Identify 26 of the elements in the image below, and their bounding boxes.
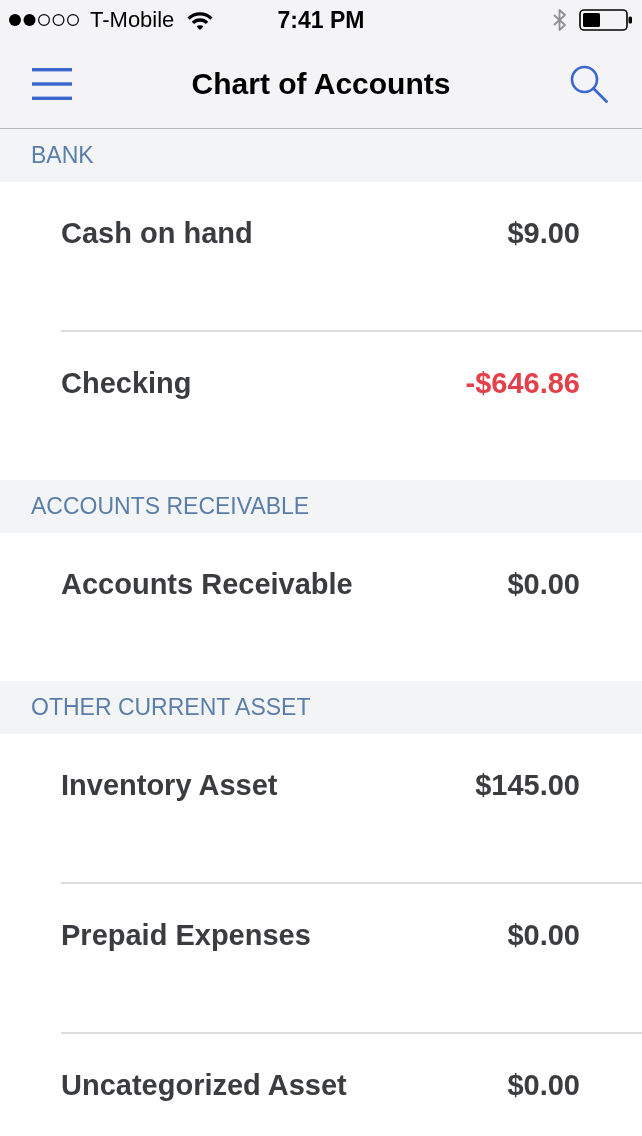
- account-name: Cash on hand: [61, 216, 253, 251]
- account-balance: $0.00: [507, 1068, 580, 1103]
- menu-button[interactable]: [32, 68, 72, 100]
- menu-icon: [32, 68, 72, 100]
- account-balance: $0.00: [507, 918, 580, 953]
- account-balance: $145.00: [475, 768, 580, 803]
- search-icon: [570, 65, 608, 103]
- screen-title: Chart of Accounts: [191, 66, 451, 102]
- account-name: Inventory Asset: [61, 768, 278, 803]
- bluetooth-icon: [553, 8, 567, 32]
- account-balance: -$646.86: [465, 366, 580, 401]
- section-header: OTHER CURRENT ASSET: [0, 681, 642, 734]
- account-name: Accounts Receivable: [61, 567, 353, 602]
- account-balance: $9.00: [507, 216, 580, 251]
- account-name: Checking: [61, 366, 192, 401]
- section-header: ACCOUNTS RECEIVABLE: [0, 480, 642, 533]
- account-name: Uncategorized Asset: [61, 1068, 347, 1103]
- wifi-icon: [187, 10, 214, 30]
- account-name: Prepaid Expenses: [61, 918, 311, 953]
- status-time: 7:41 PM: [277, 7, 365, 33]
- battery-icon: [579, 9, 633, 31]
- search-button[interactable]: [570, 65, 608, 103]
- account-balance: $0.00: [507, 567, 580, 602]
- carrier-name: T-Mobile: [90, 7, 175, 33]
- section-header: BANK: [0, 129, 642, 182]
- signal-dots-icon: [8, 13, 81, 27]
